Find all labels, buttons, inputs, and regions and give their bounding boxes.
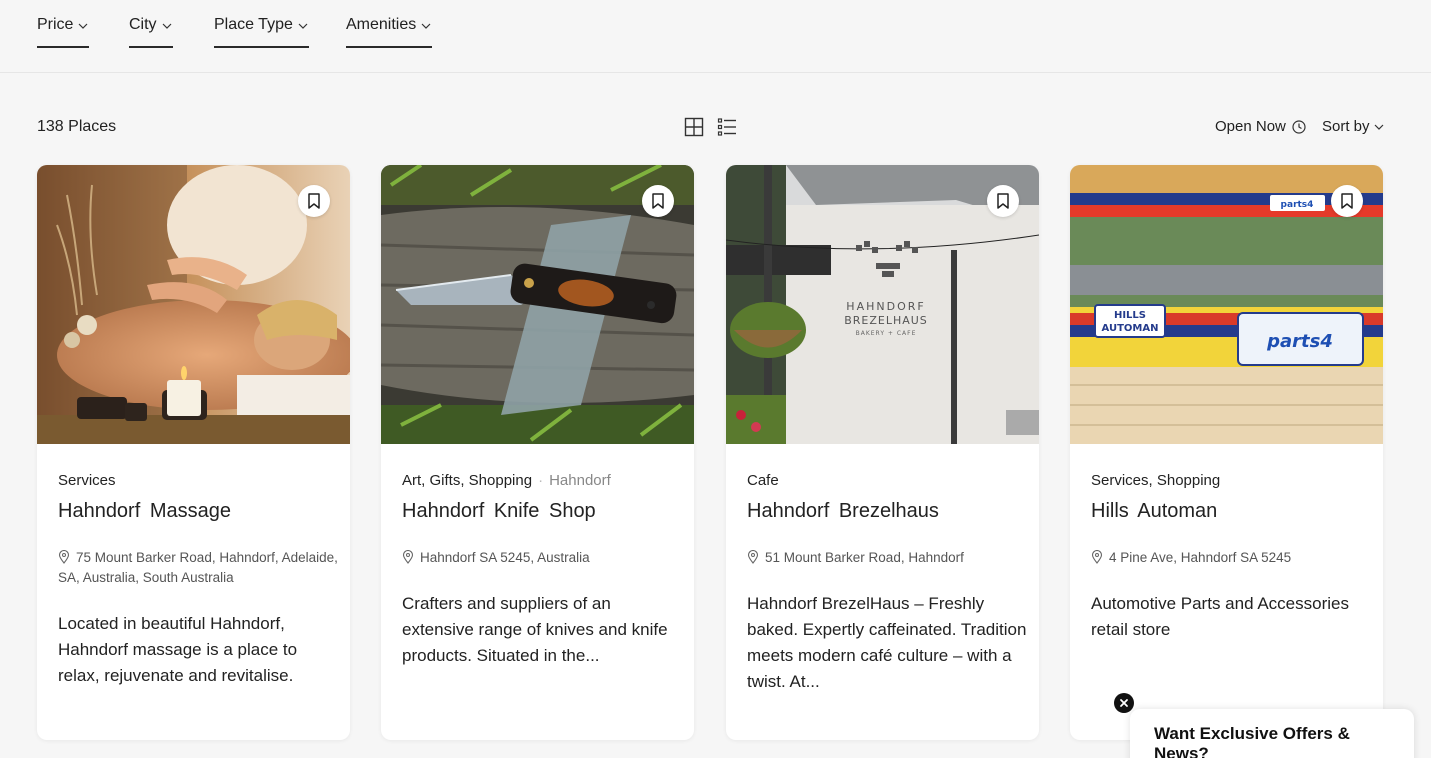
bookmark-icon <box>308 193 320 209</box>
place-title[interactable]: Hahndorf Knife Shop <box>402 500 596 523</box>
location-pin-icon <box>58 550 70 564</box>
image-sign-line1: HAHNDORF <box>846 300 925 313</box>
newsletter-text: Want Exclusive Offers & News? <box>1154 724 1350 758</box>
place-card[interactable]: Services Hahndorf Massage 75 Mount Barke… <box>37 165 350 740</box>
grid-view-icon[interactable] <box>684 117 704 137</box>
place-description: Located in beautiful Hahndorf, Hahndorf … <box>58 614 298 685</box>
chevron-down-icon <box>79 23 88 29</box>
sort-by-dropdown[interactable]: Sort by <box>1322 118 1385 135</box>
place-address-text: 51 Mount Barker Road, Hahndorf <box>765 550 964 565</box>
image-small-sign: parts4 <box>1281 200 1314 210</box>
image-sign-left-1: HILLS <box>1114 310 1146 321</box>
list-view-icon[interactable] <box>717 117 737 137</box>
place-description: Hahndorf BrezelHaus – Freshly baked. Exp… <box>747 594 1027 691</box>
bookmark-button[interactable] <box>1331 185 1363 217</box>
bookmark-icon <box>652 193 664 209</box>
place-categories: Cafe <box>747 472 779 489</box>
location-pin-icon <box>1091 550 1103 564</box>
place-title[interactable]: Hahndorf Massage <box>58 500 231 523</box>
close-button[interactable] <box>1114 693 1134 713</box>
place-categories-text: Art, Gifts, Shopping <box>402 472 533 489</box>
bookmark-button[interactable] <box>298 185 330 217</box>
place-card[interactable]: Art, Gifts, Shopping · Hahndorf Hahndorf K… <box>381 165 694 740</box>
place-card[interactable]: HAHNDORF BREZELHAUS BAKERY + CAFE Cafe H… <box>726 165 1039 740</box>
filter-bar: Price City Place Type Amenities <box>0 0 1431 73</box>
place-categories: Art, Gifts, Shopping · Hahndorf <box>402 472 611 489</box>
place-categories: Services <box>58 472 116 489</box>
bookmark-icon <box>1341 193 1353 209</box>
place-address: 4 Pine Ave, Hahndorf SA 5245 <box>1091 548 1371 568</box>
filter-place-type-label: Place Type <box>214 16 293 33</box>
place-title[interactable]: Hahndorf Brezelhaus <box>747 500 939 523</box>
place-address: 75 Mount Barker Road, Hahndorf, Adelaide… <box>58 548 338 588</box>
image-sign-left-2: AUTOMAN <box>1102 323 1159 334</box>
image-sign-line2: BREZELHAUS <box>844 314 928 327</box>
place-categories: Services, Shopping <box>1091 472 1221 489</box>
filter-city-label: City <box>129 16 157 33</box>
chevron-down-icon <box>162 23 171 29</box>
bookmark-icon <box>997 193 1009 209</box>
filter-price-label: Price <box>37 16 74 33</box>
sort-by-label: Sort by <box>1322 118 1370 135</box>
bookmark-button[interactable] <box>987 185 1019 217</box>
filter-place-type[interactable]: Place Type <box>214 16 309 48</box>
location-pin-icon <box>402 550 414 564</box>
place-description: Automotive Parts and Accessories retail … <box>1091 594 1349 639</box>
place-address-text: 4 Pine Ave, Hahndorf SA 5245 <box>1109 550 1292 565</box>
place-location: Hahndorf <box>549 472 611 489</box>
place-description: Crafters and suppliers of an extensive r… <box>402 594 668 665</box>
filter-amenities-label: Amenities <box>346 16 417 33</box>
results-count: 138 Places <box>37 118 117 135</box>
place-address-text: 75 Mount Barker Road, Hahndorf, Adelaide… <box>58 550 338 585</box>
newsletter-popup[interactable]: Want Exclusive Offers & News? <box>1130 709 1414 758</box>
place-address-text: Hahndorf SA 5245, Australia <box>420 550 590 565</box>
separator-dot: · <box>538 472 544 489</box>
open-now-toggle[interactable]: Open Now <box>1215 118 1306 135</box>
image-sign-right: parts4 <box>1266 331 1333 352</box>
chevron-down-icon <box>1374 124 1383 130</box>
filter-city[interactable]: City <box>129 16 173 48</box>
filter-price[interactable]: Price <box>37 16 90 48</box>
filter-amenities[interactable]: Amenities <box>346 16 433 48</box>
close-icon <box>1120 699 1128 707</box>
clock-icon <box>1292 119 1306 134</box>
place-address: 51 Mount Barker Road, Hahndorf <box>747 548 1027 568</box>
open-now-label: Open Now <box>1215 118 1286 135</box>
chevron-down-icon <box>421 23 431 29</box>
bookmark-button[interactable] <box>642 185 674 217</box>
location-pin-icon <box>747 550 759 564</box>
place-title[interactable]: Hills Automan <box>1091 500 1217 523</box>
chevron-down-icon <box>298 23 308 29</box>
image-sign-line3: BAKERY + CAFE <box>856 330 917 337</box>
place-card[interactable]: HILLS AUTOMAN parts4 parts4 Services, Sh… <box>1070 165 1383 740</box>
place-address: Hahndorf SA 5245, Australia <box>402 548 682 568</box>
